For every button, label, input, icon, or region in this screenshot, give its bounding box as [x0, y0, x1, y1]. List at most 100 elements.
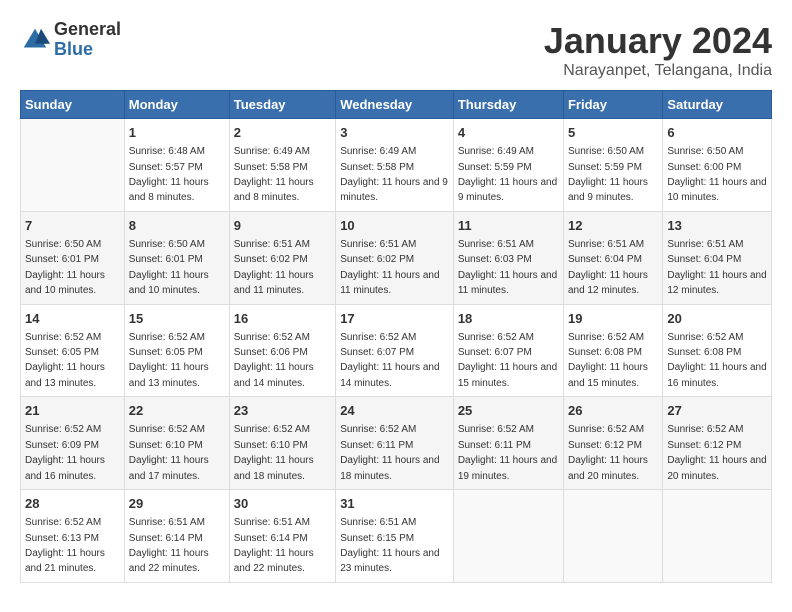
day-sunset: Sunset: 6:02 PM	[234, 254, 308, 265]
day-sunrise: Sunrise: 6:50 AM	[129, 239, 205, 250]
day-sunrise: Sunrise: 6:51 AM	[458, 239, 534, 250]
header-row: Sunday Monday Tuesday Wednesday Thursday…	[21, 91, 772, 119]
calendar-cell: 3 Sunrise: 6:49 AM Sunset: 5:58 PM Dayli…	[336, 119, 454, 212]
day-number: 31	[340, 495, 449, 513]
day-daylight: Daylight: 11 hours and 12 minutes.	[568, 270, 648, 296]
calendar-cell: 17 Sunrise: 6:52 AM Sunset: 6:07 PM Dayl…	[336, 304, 454, 397]
day-sunset: Sunset: 6:02 PM	[340, 254, 414, 265]
calendar-cell: 4 Sunrise: 6:49 AM Sunset: 5:59 PM Dayli…	[453, 119, 563, 212]
day-sunrise: Sunrise: 6:48 AM	[129, 146, 205, 157]
day-number: 17	[340, 310, 449, 328]
day-sunrise: Sunrise: 6:50 AM	[667, 146, 743, 157]
day-number: 23	[234, 402, 331, 420]
day-daylight: Daylight: 11 hours and 11 minutes.	[234, 270, 314, 296]
calendar-cell: 21 Sunrise: 6:52 AM Sunset: 6:09 PM Dayl…	[21, 397, 125, 490]
day-number: 21	[25, 402, 120, 420]
day-number: 18	[458, 310, 559, 328]
calendar-cell: 2 Sunrise: 6:49 AM Sunset: 5:58 PM Dayli…	[229, 119, 335, 212]
day-daylight: Daylight: 11 hours and 22 minutes.	[129, 548, 209, 574]
logo-blue: Blue	[54, 39, 93, 59]
day-number: 7	[25, 217, 120, 235]
day-number: 15	[129, 310, 225, 328]
day-daylight: Daylight: 11 hours and 14 minutes.	[340, 362, 439, 388]
day-number: 5	[568, 124, 658, 142]
calendar-cell: 6 Sunrise: 6:50 AM Sunset: 6:00 PM Dayli…	[663, 119, 772, 212]
calendar-table: Sunday Monday Tuesday Wednesday Thursday…	[20, 90, 772, 583]
calendar-cell	[453, 490, 563, 583]
header: General Blue January 2024 Narayanpet, Te…	[20, 20, 772, 80]
day-daylight: Daylight: 11 hours and 8 minutes.	[129, 177, 209, 203]
day-daylight: Daylight: 11 hours and 22 minutes.	[234, 548, 314, 574]
calendar-cell: 9 Sunrise: 6:51 AM Sunset: 6:02 PM Dayli…	[229, 211, 335, 304]
calendar-week-1: 1 Sunrise: 6:48 AM Sunset: 5:57 PM Dayli…	[21, 119, 772, 212]
day-sunset: Sunset: 6:03 PM	[458, 254, 532, 265]
logo-general: General	[54, 19, 121, 39]
logo: General Blue	[20, 20, 121, 60]
calendar-week-2: 7 Sunrise: 6:50 AM Sunset: 6:01 PM Dayli…	[21, 211, 772, 304]
day-number: 9	[234, 217, 331, 235]
day-daylight: Daylight: 11 hours and 8 minutes.	[234, 177, 314, 203]
day-sunrise: Sunrise: 6:51 AM	[129, 517, 205, 528]
day-number: 6	[667, 124, 767, 142]
col-wednesday: Wednesday	[336, 91, 454, 119]
calendar-cell: 16 Sunrise: 6:52 AM Sunset: 6:06 PM Dayl…	[229, 304, 335, 397]
day-daylight: Daylight: 11 hours and 15 minutes.	[458, 362, 557, 388]
day-sunset: Sunset: 6:10 PM	[129, 440, 203, 451]
calendar-week-5: 28 Sunrise: 6:52 AM Sunset: 6:13 PM Dayl…	[21, 490, 772, 583]
day-sunrise: Sunrise: 6:52 AM	[129, 424, 205, 435]
calendar-cell	[21, 119, 125, 212]
day-daylight: Daylight: 11 hours and 10 minutes.	[129, 270, 209, 296]
day-number: 22	[129, 402, 225, 420]
day-daylight: Daylight: 11 hours and 11 minutes.	[340, 270, 439, 296]
day-sunrise: Sunrise: 6:52 AM	[458, 332, 534, 343]
day-number: 10	[340, 217, 449, 235]
day-sunrise: Sunrise: 6:49 AM	[458, 146, 534, 157]
day-sunrise: Sunrise: 6:52 AM	[129, 332, 205, 343]
day-sunset: Sunset: 6:07 PM	[340, 347, 414, 358]
day-sunset: Sunset: 6:05 PM	[25, 347, 99, 358]
day-daylight: Daylight: 11 hours and 21 minutes.	[25, 548, 105, 574]
day-sunrise: Sunrise: 6:52 AM	[458, 424, 534, 435]
day-sunset: Sunset: 6:07 PM	[458, 347, 532, 358]
day-sunrise: Sunrise: 6:51 AM	[568, 239, 644, 250]
day-sunrise: Sunrise: 6:51 AM	[667, 239, 743, 250]
calendar-cell: 1 Sunrise: 6:48 AM Sunset: 5:57 PM Dayli…	[124, 119, 229, 212]
day-sunset: Sunset: 6:12 PM	[667, 440, 741, 451]
day-sunset: Sunset: 6:09 PM	[25, 440, 99, 451]
col-thursday: Thursday	[453, 91, 563, 119]
calendar-cell: 11 Sunrise: 6:51 AM Sunset: 6:03 PM Dayl…	[453, 211, 563, 304]
day-number: 16	[234, 310, 331, 328]
day-daylight: Daylight: 11 hours and 18 minutes.	[234, 455, 314, 481]
day-sunrise: Sunrise: 6:52 AM	[340, 424, 416, 435]
day-daylight: Daylight: 11 hours and 15 minutes.	[568, 362, 648, 388]
day-daylight: Daylight: 11 hours and 10 minutes.	[25, 270, 105, 296]
day-daylight: Daylight: 11 hours and 14 minutes.	[234, 362, 314, 388]
day-sunset: Sunset: 5:57 PM	[129, 162, 203, 173]
calendar-week-4: 21 Sunrise: 6:52 AM Sunset: 6:09 PM Dayl…	[21, 397, 772, 490]
calendar-cell: 14 Sunrise: 6:52 AM Sunset: 6:05 PM Dayl…	[21, 304, 125, 397]
day-daylight: Daylight: 11 hours and 23 minutes.	[340, 548, 439, 574]
day-sunset: Sunset: 6:04 PM	[568, 254, 642, 265]
day-sunrise: Sunrise: 6:52 AM	[667, 332, 743, 343]
day-sunset: Sunset: 5:59 PM	[458, 162, 532, 173]
day-daylight: Daylight: 11 hours and 11 minutes.	[458, 270, 557, 296]
calendar-cell	[663, 490, 772, 583]
day-number: 29	[129, 495, 225, 513]
day-sunset: Sunset: 6:11 PM	[458, 440, 531, 451]
col-tuesday: Tuesday	[229, 91, 335, 119]
day-daylight: Daylight: 11 hours and 16 minutes.	[25, 455, 105, 481]
day-daylight: Daylight: 11 hours and 17 minutes.	[129, 455, 209, 481]
day-daylight: Daylight: 11 hours and 9 minutes.	[340, 177, 448, 203]
day-daylight: Daylight: 11 hours and 20 minutes.	[568, 455, 648, 481]
calendar-cell: 23 Sunrise: 6:52 AM Sunset: 6:10 PM Dayl…	[229, 397, 335, 490]
col-sunday: Sunday	[21, 91, 125, 119]
calendar-cell: 29 Sunrise: 6:51 AM Sunset: 6:14 PM Dayl…	[124, 490, 229, 583]
day-daylight: Daylight: 11 hours and 13 minutes.	[25, 362, 105, 388]
day-sunrise: Sunrise: 6:49 AM	[340, 146, 416, 157]
day-number: 13	[667, 217, 767, 235]
calendar-week-3: 14 Sunrise: 6:52 AM Sunset: 6:05 PM Dayl…	[21, 304, 772, 397]
day-sunset: Sunset: 6:00 PM	[667, 162, 741, 173]
calendar-cell: 26 Sunrise: 6:52 AM Sunset: 6:12 PM Dayl…	[563, 397, 662, 490]
day-sunset: Sunset: 5:59 PM	[568, 162, 642, 173]
calendar-cell: 28 Sunrise: 6:52 AM Sunset: 6:13 PM Dayl…	[21, 490, 125, 583]
